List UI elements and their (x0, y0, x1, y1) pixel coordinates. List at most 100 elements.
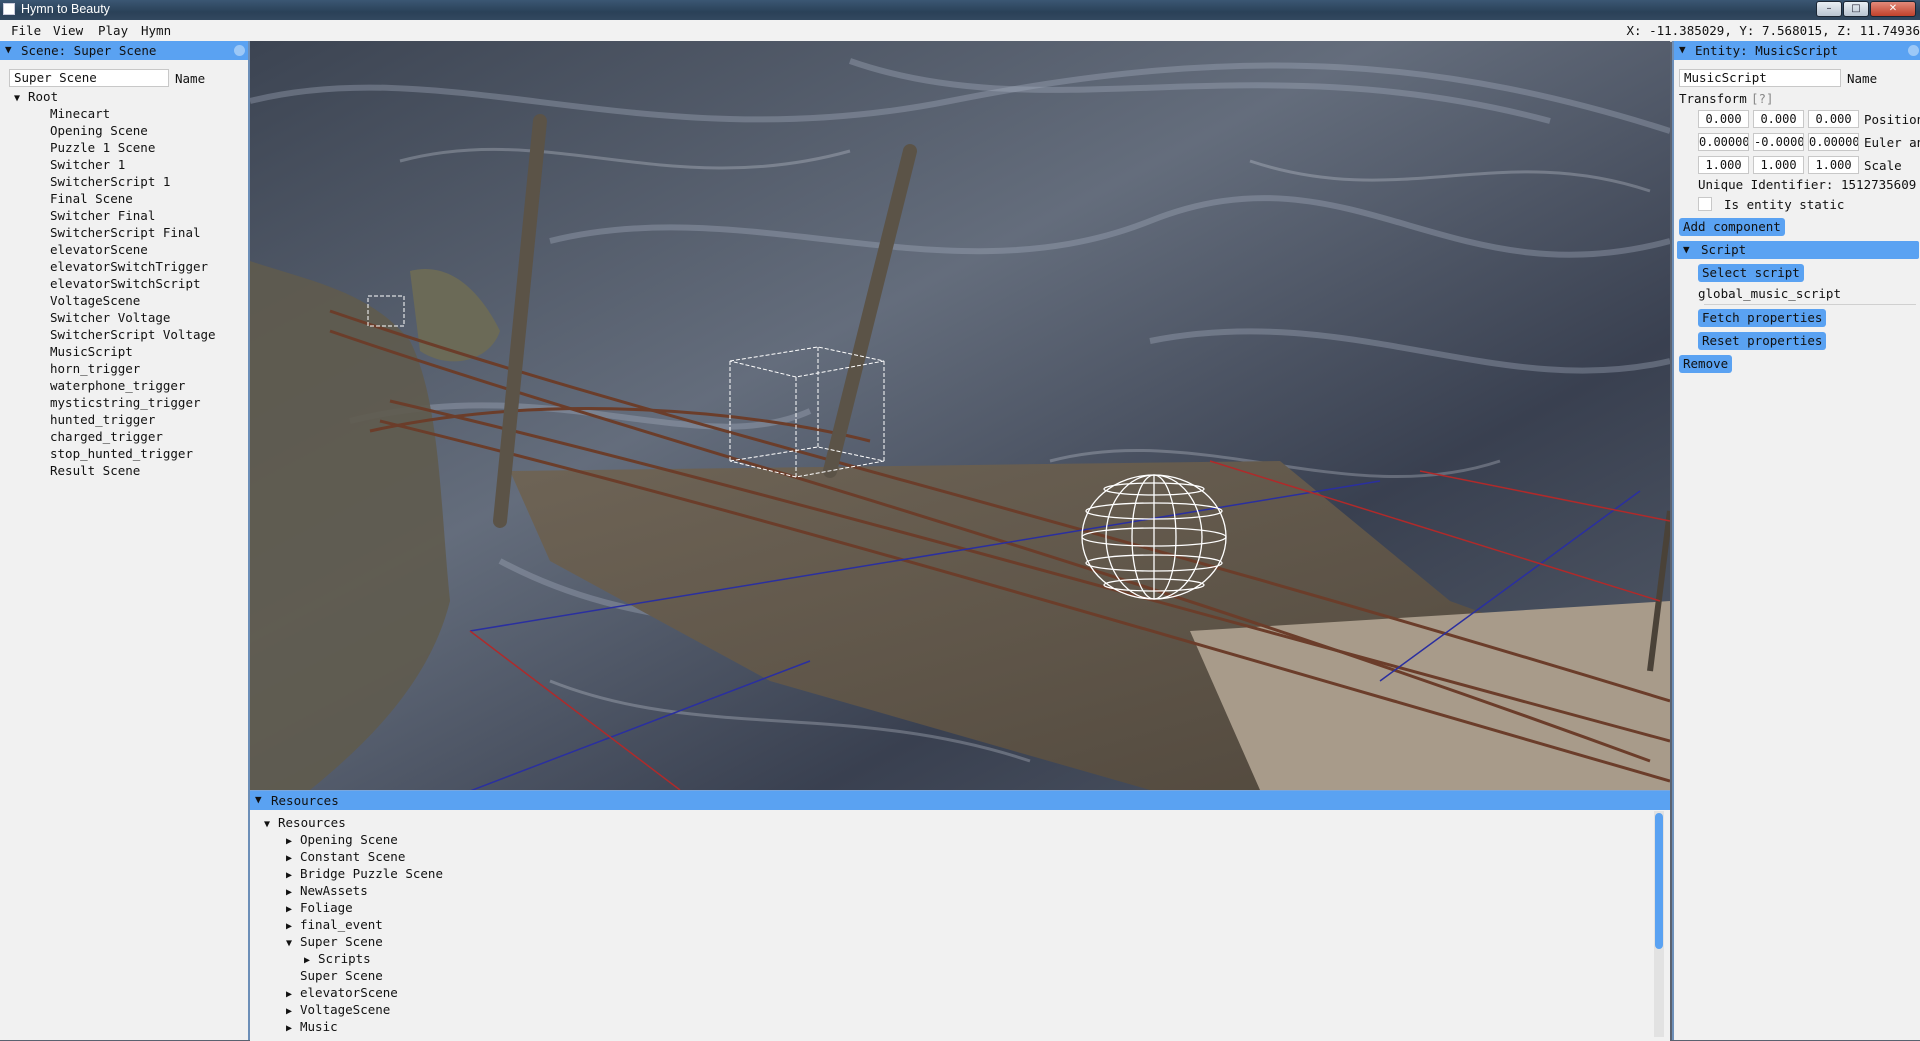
static-checkbox[interactable] (1698, 197, 1712, 211)
resource-item[interactable]: ▶VoltageScene (286, 1001, 390, 1018)
resource-item[interactable]: ▶Opening Scene (286, 831, 398, 848)
position-y-input[interactable]: 0.000 (1753, 110, 1804, 128)
entity-list-item[interactable]: charged_trigger (50, 428, 163, 445)
entity-list-item[interactable]: VoltageScene (50, 292, 140, 309)
resources-panel: ▼ Resources ▼Resources ▶Opening Scene▶Co… (250, 790, 1670, 1041)
position-x-input[interactable]: 0.000 (1698, 110, 1749, 128)
entity-list-item[interactable]: SwitcherScript Voltage (50, 326, 216, 343)
scene-viewport[interactable] (250, 41, 1670, 790)
collapsed-arrow-icon[interactable]: ▶ (286, 1020, 300, 1037)
collapse-triangle-icon[interactable]: ▼ (5, 43, 12, 56)
unique-identifier: Unique Identifier: 1512735609 (1698, 177, 1916, 192)
entity-list-item[interactable]: Switcher Voltage (50, 309, 170, 326)
script-component-header[interactable]: ▼ Script (1677, 241, 1919, 259)
entity-list-item[interactable]: SwitcherScript Final (50, 224, 201, 241)
entity-list-item[interactable]: Switcher 1 (50, 156, 125, 173)
resource-item-label: NewAssets (300, 883, 368, 898)
title-bar: Hymn to Beauty – □ ✕ (0, 0, 1920, 20)
resource-item-label: Foliage (300, 900, 353, 915)
expanded-arrow-icon[interactable]: ▼ (14, 90, 28, 107)
transform-label: Transform (1679, 91, 1747, 106)
tree-root-label: Root (28, 89, 58, 104)
resource-item[interactable]: ▶Scripts (304, 950, 371, 967)
entity-list-item[interactable]: Switcher Final (50, 207, 155, 224)
transform-help[interactable]: [?] (1751, 91, 1774, 106)
euler-y-input[interactable]: -0.0000 (1753, 133, 1804, 151)
reset-properties-button[interactable]: Reset properties (1698, 332, 1826, 350)
entity-list-item[interactable]: waterphone_trigger (50, 377, 185, 394)
entity-panel-header[interactable]: ▼ Entity: MusicScript (1674, 41, 1920, 60)
euler-label: Euler angles (1864, 135, 1920, 150)
entity-list-item[interactable]: Final Scene (50, 190, 133, 207)
resources-scrollbar[interactable] (1654, 811, 1664, 1037)
entity-list-item[interactable]: mysticstring_trigger (50, 394, 201, 411)
entity-list-item[interactable]: horn_trigger (50, 360, 140, 377)
collapse-triangle-icon[interactable]: ▼ (1683, 241, 1690, 259)
entity-list-item[interactable]: elevatorSwitchScript (50, 275, 201, 292)
scene-name-input[interactable]: Super Scene (9, 69, 169, 87)
resources-root[interactable]: ▼Resources (264, 814, 346, 831)
scrollbar-thumb[interactable] (1655, 813, 1663, 949)
panel-close-icon[interactable] (1908, 45, 1919, 56)
entity-list-item[interactable]: Minecart (50, 105, 110, 122)
scale-x-input[interactable]: 1.000 (1698, 156, 1749, 174)
entity-list-item[interactable]: elevatorScene (50, 241, 148, 258)
resource-item[interactable]: ▶Music (286, 1018, 338, 1035)
menu-file[interactable]: File (11, 23, 41, 38)
scene-panel: ▼ Scene: Super Scene Super Scene Name ▼R… (0, 41, 250, 1040)
resource-item[interactable]: ▼Super Scene (286, 933, 383, 950)
resource-item[interactable]: ▶Foliage (286, 899, 353, 916)
entity-list-item[interactable]: hunted_trigger (50, 411, 155, 428)
entity-list-item[interactable]: MusicScript (50, 343, 133, 360)
resource-item[interactable]: ▶Constant Scene (286, 848, 405, 865)
resource-item-label: Music (300, 1019, 338, 1034)
menu-play[interactable]: Play (98, 23, 128, 38)
remove-component-button[interactable]: Remove (1679, 355, 1732, 373)
resources-panel-header[interactable]: ▼ Resources (250, 791, 1670, 810)
collapse-triangle-icon[interactable]: ▼ (255, 793, 262, 806)
fetch-properties-button[interactable]: Fetch properties (1698, 309, 1826, 327)
camera-coordinates: X: -11.385029, Y: 7.568015, Z: 11.74936 (1627, 23, 1920, 38)
entity-panel: ▼ Entity: MusicScript MusicScript Name T… (1672, 41, 1920, 1040)
entity-list-item[interactable]: Puzzle 1 Scene (50, 139, 155, 156)
resource-item[interactable]: ▶Bridge Puzzle Scene (286, 865, 443, 882)
euler-z-input[interactable]: 0.00000 (1808, 133, 1859, 151)
close-button[interactable]: ✕ (1870, 1, 1916, 17)
expanded-arrow-icon[interactable]: ▼ (264, 816, 278, 833)
scene-panel-header[interactable]: ▼ Scene: Super Scene (0, 41, 248, 60)
resource-item-label: elevatorScene (300, 985, 398, 1000)
entity-name-input[interactable]: MusicScript (1679, 69, 1841, 87)
panel-close-icon[interactable] (234, 45, 245, 56)
entity-list-item[interactable]: SwitcherScript 1 (50, 173, 170, 190)
add-component-button[interactable]: Add component (1679, 218, 1785, 236)
euler-x-input[interactable]: 0.00000 (1698, 133, 1749, 151)
select-script-button[interactable]: Select script (1698, 264, 1804, 282)
scale-y-input[interactable]: 1.000 (1753, 156, 1804, 174)
resource-item[interactable]: ▶NewAssets (286, 882, 368, 899)
scene-panel-title: Scene: Super Scene (21, 43, 156, 58)
position-z-input[interactable]: 0.000 (1808, 110, 1859, 128)
viewport-render (250, 41, 1670, 790)
entity-list-item[interactable]: stop_hunted_trigger (50, 445, 193, 462)
resource-item[interactable]: ▶final_event (286, 916, 383, 933)
separator (1704, 304, 1916, 305)
scale-z-input[interactable]: 1.000 (1808, 156, 1859, 174)
resource-item[interactable]: Super Scene (286, 967, 383, 984)
script-name: global_music_script (1698, 286, 1841, 301)
entity-list-item[interactable]: elevatorSwitchTrigger (50, 258, 208, 275)
tree-root[interactable]: ▼Root (14, 88, 58, 105)
maximize-button[interactable]: □ (1843, 1, 1869, 17)
collapse-triangle-icon[interactable]: ▼ (1679, 43, 1686, 56)
scene-name-label: Name (175, 71, 205, 86)
entity-list-item[interactable]: Result Scene (50, 462, 140, 479)
resource-item-label: final_event (300, 917, 383, 932)
entity-list-item[interactable]: Opening Scene (50, 122, 148, 139)
resource-item-label: Super Scene (300, 968, 383, 983)
resource-item[interactable]: ▶elevatorScene (286, 984, 398, 1001)
menu-view[interactable]: View (53, 23, 83, 38)
minimize-button[interactable]: – (1816, 1, 1842, 17)
expanded-arrow-icon[interactable]: ▼ (286, 935, 300, 952)
menu-hymn[interactable]: Hymn (141, 23, 171, 38)
position-label: Position (1864, 112, 1920, 127)
app-icon (3, 3, 15, 15)
